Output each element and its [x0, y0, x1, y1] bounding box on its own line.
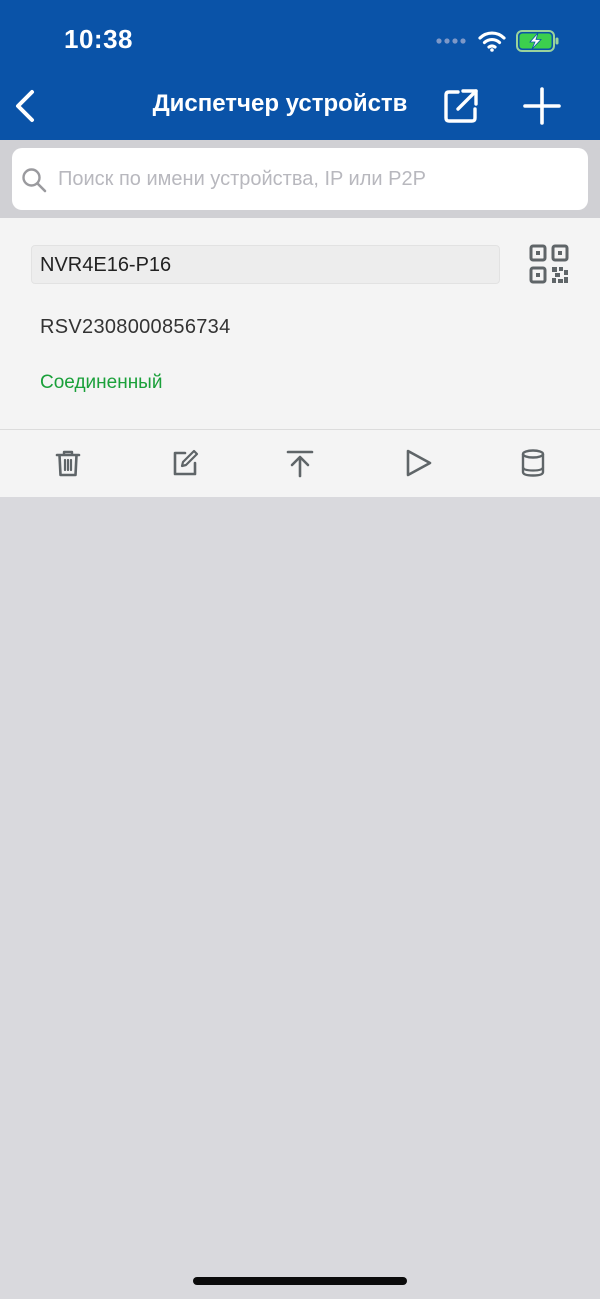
device-serial: RSV2308000856734	[40, 316, 231, 338]
edit-button[interactable]	[170, 448, 200, 478]
wifi-icon	[478, 31, 506, 52]
home-indicator	[193, 1277, 407, 1285]
edit-icon	[173, 449, 199, 476]
device-actions	[0, 430, 600, 497]
share-button[interactable]	[442, 87, 480, 125]
device-name[interactable]: NVR4E16-P16	[31, 245, 500, 284]
search-bar	[0, 140, 600, 218]
status-indicators	[436, 26, 560, 56]
storage-button[interactable]	[518, 448, 548, 478]
upload-button[interactable]	[285, 448, 315, 478]
app-header: 10:38 Диспетчер устройств	[0, 0, 600, 140]
delete-button[interactable]	[53, 448, 83, 478]
add-device-button[interactable]	[522, 86, 562, 126]
search-box[interactable]	[12, 148, 588, 210]
status-time: 10:38	[64, 24, 133, 54]
play-button[interactable]	[403, 448, 433, 478]
trash-icon	[55, 450, 81, 477]
search-icon	[22, 168, 47, 193]
play-icon	[406, 449, 432, 477]
signal-icon	[436, 38, 466, 44]
battery-charging-icon	[516, 30, 559, 52]
qr-code-icon	[529, 244, 569, 284]
qr-code-button[interactable]	[528, 243, 570, 285]
upload-icon	[286, 450, 314, 478]
device-card[interactable]: NVR4E16-P16 RSV2308000856734 Соединенный	[0, 218, 600, 497]
storage-icon	[521, 449, 545, 477]
external-link-icon	[444, 89, 478, 123]
status-badge: Соединенный	[40, 372, 163, 393]
plus-icon	[523, 87, 561, 125]
search-input[interactable]	[58, 158, 568, 200]
